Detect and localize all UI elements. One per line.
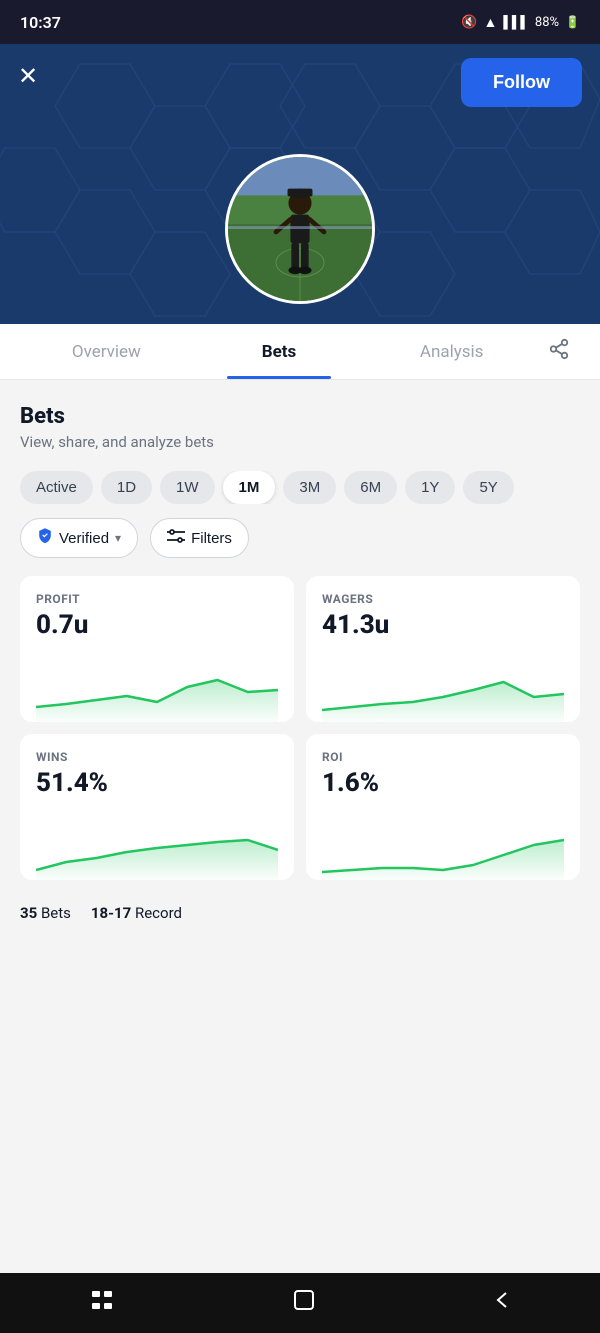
status-time: 10:37	[20, 13, 61, 32]
chip-6m[interactable]: 6M	[344, 471, 397, 504]
chip-5y[interactable]: 5Y	[463, 471, 513, 504]
profit-value: 0.7u	[36, 610, 278, 640]
signal-icon: ▌▌▌	[503, 15, 529, 29]
filters-icon	[167, 529, 185, 547]
verified-label: Verified	[59, 530, 109, 547]
filters-button[interactable]: Filters	[150, 518, 249, 558]
wins-value: 51.4%	[36, 768, 278, 798]
tabs-bar: Overview Bets Analysis	[0, 324, 600, 380]
chip-1y[interactable]: 1Y	[405, 471, 455, 504]
roi-chart	[322, 810, 564, 880]
wagers-card: WAGERS 41.3u	[306, 576, 580, 722]
record-summary: 18-17 Record	[91, 904, 182, 922]
chip-active[interactable]: Active	[20, 471, 93, 504]
battery-label: 88%	[535, 15, 559, 30]
bets-summary: 35 Bets	[20, 904, 71, 922]
summary-row: 35 Bets 18-17 Record	[20, 896, 580, 926]
chip-1d[interactable]: 1D	[101, 471, 152, 504]
chip-1m[interactable]: 1M	[223, 471, 276, 504]
time-filter-row: Active 1D 1W 1M 3M 6M 1Y 5Y	[20, 471, 580, 504]
roi-card: ROI 1.6%	[306, 734, 580, 880]
section-title: Bets	[20, 404, 580, 429]
nav-back-icon[interactable]	[492, 1289, 512, 1317]
chevron-down-icon: ▾	[115, 531, 121, 545]
profit-card: PROFIT 0.7u	[20, 576, 294, 722]
chip-1w[interactable]: 1W	[160, 471, 215, 504]
wins-card: WINS 51.4%	[20, 734, 294, 880]
share-icon[interactable]	[538, 322, 580, 381]
chip-3m[interactable]: 3M	[283, 471, 336, 504]
filter-row2: Verified ▾ Filters	[20, 518, 580, 558]
stats-grid: PROFIT 0.7u	[20, 576, 580, 880]
roi-value: 1.6%	[322, 768, 564, 798]
follow-button[interactable]: Follow	[461, 58, 582, 107]
bottom-nav	[0, 1273, 600, 1333]
profit-chart	[36, 652, 278, 722]
close-button[interactable]: ✕	[18, 62, 38, 90]
tab-bets[interactable]: Bets	[193, 326, 366, 378]
hero-section: ✕ Follow	[0, 44, 600, 324]
nav-menu-icon[interactable]	[88, 1289, 116, 1317]
mute-icon: 🔇	[461, 15, 477, 30]
verified-filter[interactable]: Verified ▾	[20, 518, 138, 558]
tab-overview[interactable]: Overview	[20, 326, 193, 378]
avatar	[225, 154, 375, 304]
filters-label: Filters	[191, 530, 232, 547]
battery-icon: 🔋	[565, 15, 580, 29]
wagers-value: 41.3u	[322, 610, 564, 640]
status-icons: 🔇 ▲ ▌▌▌ 88% 🔋	[461, 14, 580, 31]
status-bar: 10:37 🔇 ▲ ▌▌▌ 88% 🔋	[0, 0, 600, 44]
tab-analysis[interactable]: Analysis	[365, 326, 538, 378]
shield-icon	[37, 527, 53, 549]
wagers-label: WAGERS	[322, 592, 564, 606]
wins-label: WINS	[36, 750, 278, 764]
wins-chart	[36, 810, 278, 880]
wagers-chart	[322, 652, 564, 722]
roi-label: ROI	[322, 750, 564, 764]
section-subtitle: View, share, and analyze bets	[20, 433, 580, 451]
nav-home-icon[interactable]	[291, 1287, 317, 1319]
content-area: Bets View, share, and analyze bets Activ…	[0, 380, 600, 942]
profit-label: PROFIT	[36, 592, 278, 606]
wifi-icon: ▲	[484, 14, 498, 31]
